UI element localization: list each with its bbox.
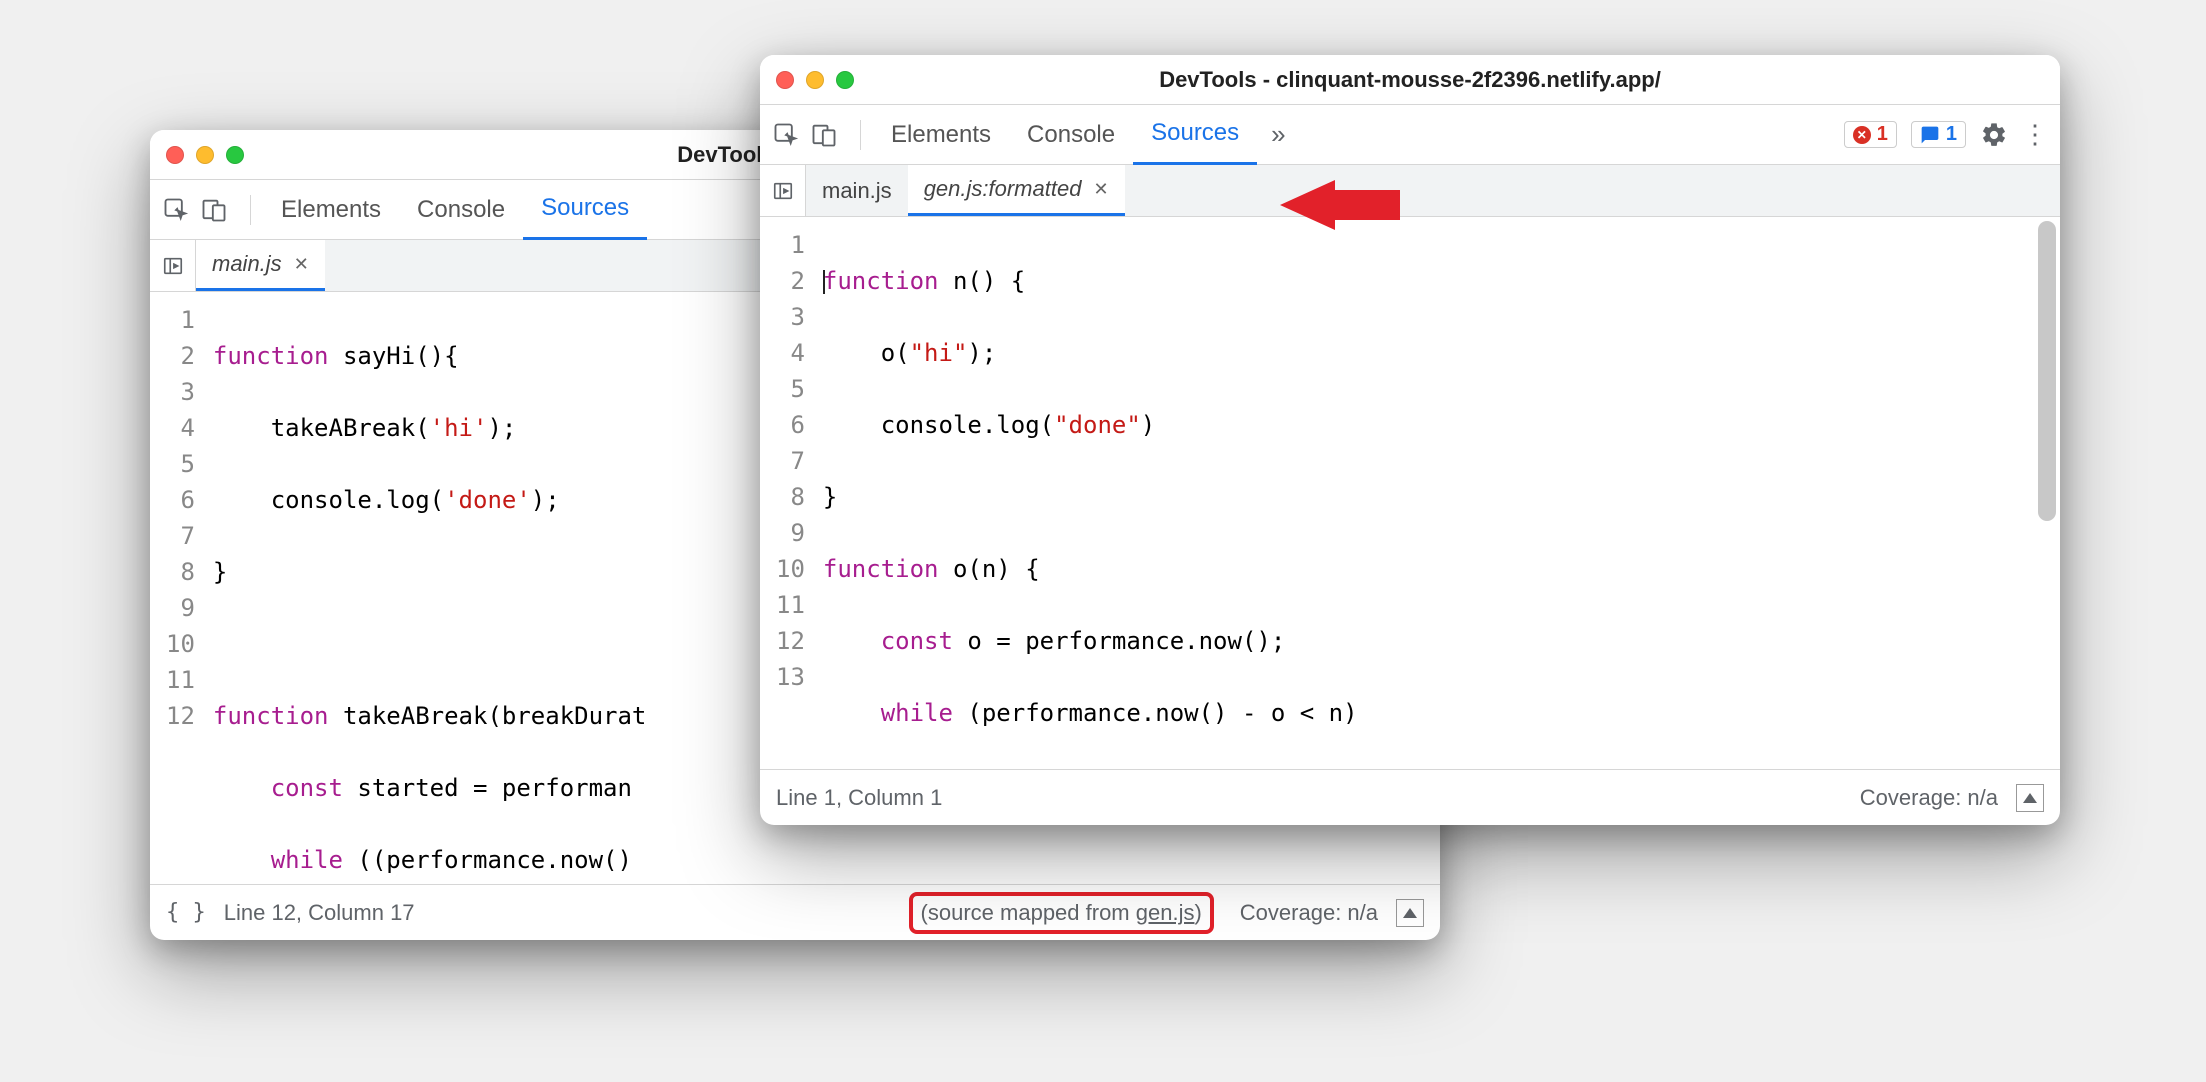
code-editor[interactable]: 123 456 789 101112 13 function n() { o("…	[760, 217, 2060, 769]
message-count-badge[interactable]: 1	[1911, 121, 1966, 148]
file-tab-label: main.js	[212, 251, 282, 277]
file-tab-label: main.js	[822, 178, 892, 204]
device-toggle-icon[interactable]	[810, 121, 838, 149]
status-bar: { } Line 12, Column 17 (source mapped fr…	[150, 884, 1440, 940]
source-map-link[interactable]: gen.js	[1136, 900, 1195, 925]
panel-tab-console[interactable]: Console	[1009, 105, 1133, 165]
kebab-menu-icon[interactable]: ⋮	[2022, 119, 2048, 150]
message-icon	[1920, 125, 1940, 145]
inspect-element-icon[interactable]	[162, 196, 190, 224]
file-tab-mainjs[interactable]: main.js	[806, 165, 908, 216]
maximize-window-icon[interactable]	[226, 146, 244, 164]
devtools-window-front: DevTools - clinquant-mousse-2f2396.netli…	[760, 55, 2060, 825]
main-toolbar: Elements Console Sources » ✕ 1 1 ⋮	[760, 105, 2060, 165]
file-tab-mainjs[interactable]: main.js ✕	[196, 240, 325, 291]
file-tabs: main.js gen.js:formatted ✕	[760, 165, 2060, 217]
panel-tab-console[interactable]: Console	[399, 180, 523, 240]
panel-tab-elements[interactable]: Elements	[263, 180, 399, 240]
settings-icon[interactable]	[1980, 121, 2008, 149]
scrollbar[interactable]	[2038, 221, 2056, 521]
coverage-indicator: Coverage: n/a	[1240, 900, 1378, 926]
source-mapped-indicator: (source mapped from gen.js)	[909, 892, 1214, 934]
maximize-window-icon[interactable]	[836, 71, 854, 89]
file-tab-label: gen.js:formatted	[924, 176, 1082, 202]
minimize-window-icon[interactable]	[196, 146, 214, 164]
format-braces-icon[interactable]: { }	[166, 900, 206, 925]
cursor-position: Line 1, Column 1	[776, 785, 942, 811]
minimize-window-icon[interactable]	[806, 71, 824, 89]
panel-tab-sources[interactable]: Sources	[523, 180, 647, 240]
close-icon[interactable]: ✕	[294, 254, 309, 275]
coverage-indicator: Coverage: n/a	[1860, 785, 1998, 811]
panel-tab-sources[interactable]: Sources	[1133, 105, 1257, 165]
status-bar: Line 1, Column 1 Coverage: n/a	[760, 769, 2060, 825]
line-gutter: 123 456 789 101112 13	[760, 217, 815, 769]
close-window-icon[interactable]	[166, 146, 184, 164]
window-title: DevTools - clinquant-mousse-2f2396.netli…	[760, 67, 2060, 93]
cursor-position: Line 12, Column 17	[224, 900, 415, 926]
file-tab-genjs-formatted[interactable]: gen.js:formatted ✕	[908, 165, 1125, 216]
pretty-print-icon[interactable]	[1396, 899, 1424, 927]
navigator-toggle-icon[interactable]	[150, 240, 196, 291]
line-gutter: 123 456 789 101112	[150, 292, 205, 884]
more-panels-icon[interactable]: »	[1257, 119, 1299, 150]
inspect-element-icon[interactable]	[772, 121, 800, 149]
code-content: function n() { o("hi"); console.log("don…	[815, 217, 2060, 769]
navigator-toggle-icon[interactable]	[760, 165, 806, 216]
error-icon: ✕	[1853, 126, 1871, 144]
panel-tab-elements[interactable]: Elements	[873, 105, 1009, 165]
titlebar: DevTools - clinquant-mousse-2f2396.netli…	[760, 55, 2060, 105]
error-count-badge[interactable]: ✕ 1	[1844, 121, 1897, 148]
close-window-icon[interactable]	[776, 71, 794, 89]
pretty-print-icon[interactable]	[2016, 784, 2044, 812]
device-toggle-icon[interactable]	[200, 196, 228, 224]
close-icon[interactable]: ✕	[1093, 179, 1108, 200]
